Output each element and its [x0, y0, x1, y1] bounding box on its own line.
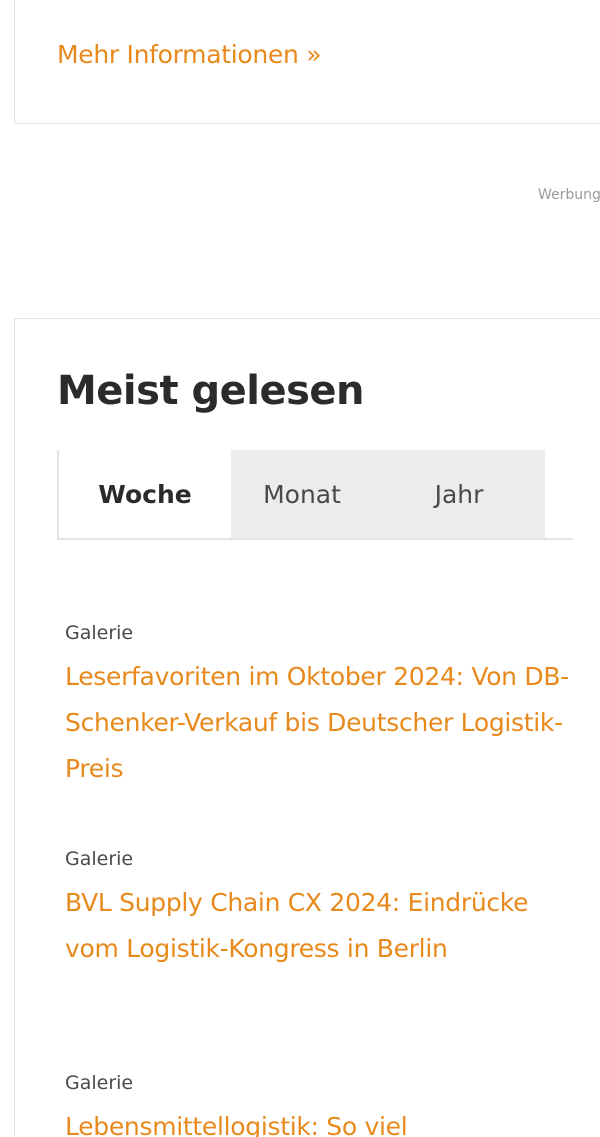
article-title-link[interactable]: BVL Supply Chain CX 2024: Eindrücke vom … — [65, 880, 585, 972]
ad-label: Werbung — [538, 187, 600, 203]
list-item: Galerie Leserfavoriten im Oktober 2024: … — [65, 620, 585, 792]
article-title-link[interactable]: Leserfavoriten im Oktober 2024: Von DB-S… — [65, 654, 585, 792]
tab-jahr[interactable]: Jahr — [373, 450, 545, 538]
list-item: Galerie BVL Supply Chain CX 2024: Eindrü… — [65, 846, 585, 972]
article-title-link[interactable]: Lebensmittellogistik: So viel — [65, 1104, 585, 1137]
article-category: Galerie — [65, 848, 134, 870]
tab-monat[interactable]: Monat — [231, 450, 373, 538]
more-information-link[interactable]: Mehr Informationen » — [57, 40, 322, 69]
article-category: Galerie — [65, 622, 134, 644]
page: Mehr Informationen » Werbung Meist geles… — [0, 0, 600, 1137]
list-item: Galerie Lebensmittellogistik: So viel — [65, 1070, 585, 1137]
most-read-tabs: Woche Monat Jahr — [57, 450, 573, 540]
tab-woche[interactable]: Woche — [57, 450, 231, 538]
article-category: Galerie — [65, 1072, 134, 1094]
section-title: Meist gelesen — [57, 368, 365, 414]
